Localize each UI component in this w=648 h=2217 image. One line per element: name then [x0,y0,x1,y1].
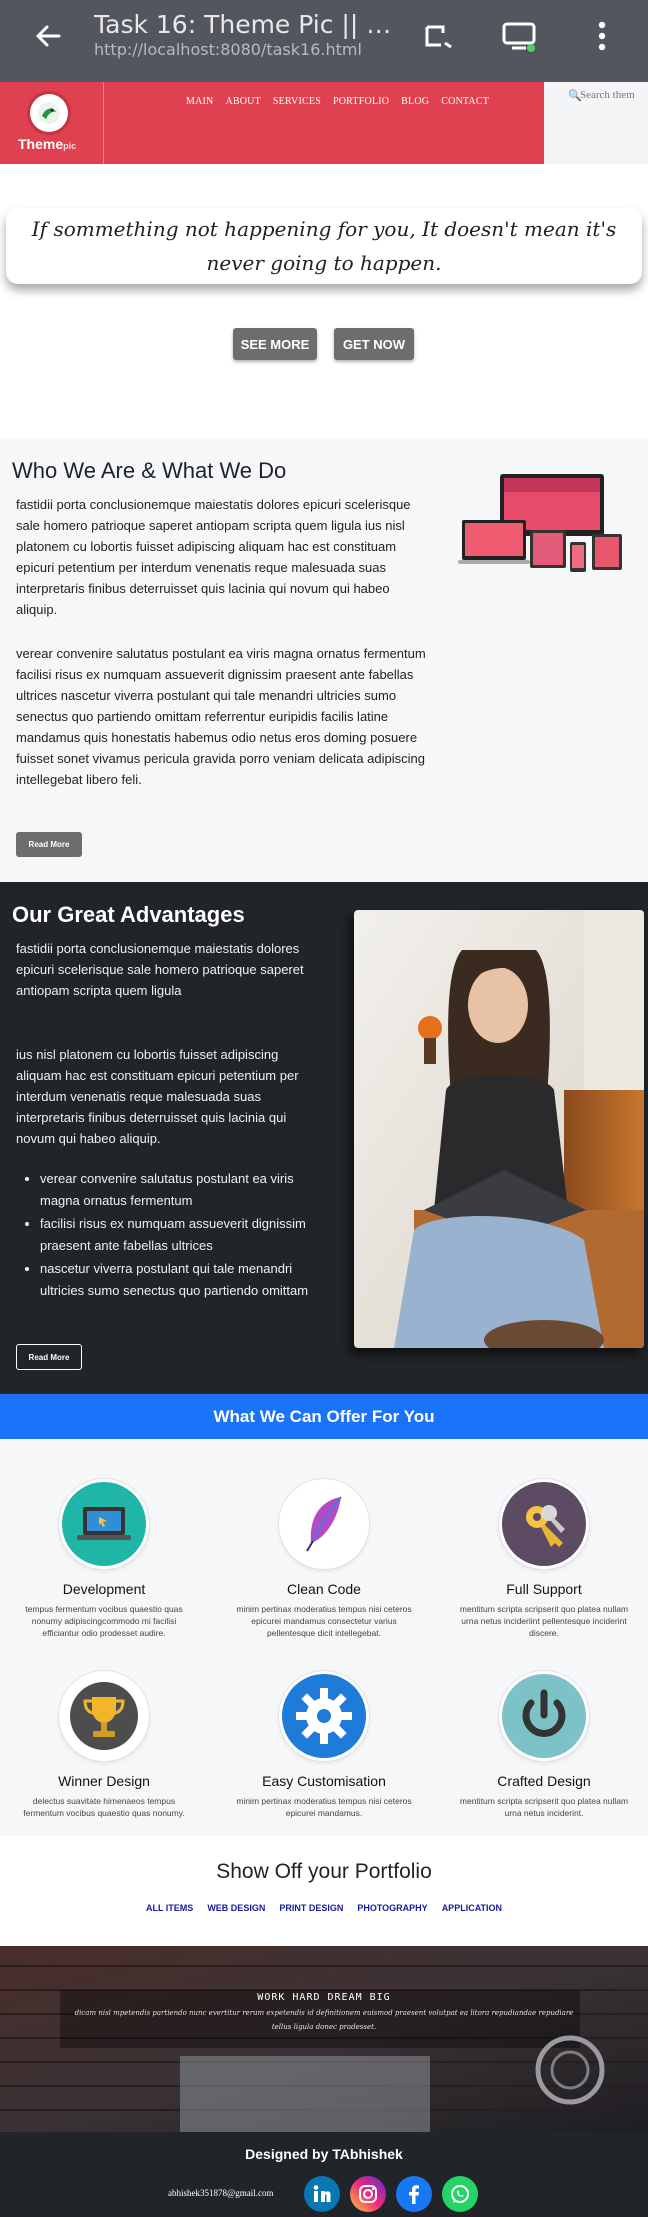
service-text: mentitum scripta scripserit quo platea n… [459,1796,629,1818]
advantages-title: Our Great Advantages [12,902,245,927]
keys-icon [499,1479,589,1569]
feather-icon [279,1479,369,1569]
banner-title: WORK HARD DREAM BIG [257,1992,391,2003]
service-text: tempus fermentum vocibus quaestio quas n… [25,1604,183,1638]
advantages-paragraph-2: ius nisl platonem cu lobortis fuisset ad… [16,1047,299,1146]
instagram-icon[interactable] [350,2176,386,2212]
logo-bird-icon [30,94,68,132]
linkedin-icon[interactable] [304,2176,340,2212]
get-now-button[interactable]: GET NOW [334,328,414,360]
nav-portfolio[interactable]: PORTFOLIO [333,96,389,107]
search-input[interactable]: Search them [580,89,635,101]
quote-text: If sommething not happening for you, It … [31,217,617,275]
who-title: Who We Are & What We Do [12,458,287,483]
overflow-menu-icon[interactable] [582,16,622,56]
advantages-paragraph-1: fastidii porta conclusionemque maiestati… [16,941,304,998]
browser-toolbar: Task 16: Theme Pic || Khabai Te... http:… [0,0,648,82]
who-paragraph-2: verear convenire salutatus postulant ea … [16,646,426,787]
who-read-more-button[interactable]: Read More [16,832,82,857]
nav-contact[interactable]: CONTACT [441,96,489,107]
tab-all-items[interactable]: ALL ITEMS [146,1903,193,1913]
who-we-are-section: Who We Are & What We Do fastidii porta c… [0,438,648,882]
woman-with-laptop-photo [354,910,644,1348]
service-title: Winner Design [58,1773,150,1789]
logo-text: Themepic [18,136,77,152]
gear-icon [279,1671,369,1761]
logo[interactable]: Themepic [0,82,104,164]
banner-text: dicam nisl mpetendis partiendo nunc ever… [74,2009,574,2031]
service-title: Crafted Design [497,1773,591,1789]
advantages-section: Our Great Advantages fastidii porta conc… [0,882,648,1394]
nav-about[interactable]: ABOUT [225,96,260,107]
offer-section: Development tempus fermentum vocibus qua… [0,1439,648,1836]
list-item: facilisi risus ex numquam assueverit dig… [40,1213,320,1257]
site-header: Themepic MAIN ABOUT SERVICES PORTFOLIO B… [0,82,544,164]
portfolio-title: Show Off your Portfolio [216,1860,432,1883]
advantages-list: verear convenire salutatus postulant ea … [40,1168,320,1303]
footer-email[interactable]: abhishek351878@gmail.com [168,2188,274,2198]
devices-mockup-image [458,472,628,576]
service-winner-design: Winner Design delectus suavitate himenae… [4,1671,204,1819]
service-title: Clean Code [287,1581,361,1597]
service-crafted-design: Crafted Design mentitum scripta scripser… [444,1671,644,1819]
portfolio-filter-tabs: ALL ITEMS WEB DESIGN PRINT DESIGN PHOTOG… [0,1903,648,1913]
service-text: minim pertinax moderatius tempus nisi ce… [236,1604,412,1638]
list-item: nascetur viverra postulant qui tale mena… [40,1258,320,1302]
status-dot [527,44,535,52]
trophy-icon [59,1671,149,1761]
whatsapp-icon[interactable] [442,2176,478,2212]
service-easy-customisation: Easy Customisation minim pertinax modera… [224,1671,424,1819]
tab-photography[interactable]: PHOTOGRAPHY [357,1903,427,1913]
service-text: minim pertinax moderatius tempus nisi ce… [236,1796,412,1818]
see-more-button[interactable]: SEE MORE [233,328,317,360]
list-item: verear convenire salutatus postulant ea … [40,1168,320,1212]
main-nav: MAIN ABOUT SERVICES PORTFOLIO BLOG CONTA… [186,96,489,107]
service-title: Easy Customisation [262,1773,386,1789]
tab-web-design[interactable]: WEB DESIGN [207,1903,265,1913]
service-development: Development tempus fermentum vocibus qua… [4,1479,204,1639]
advantages-read-more-button[interactable]: Read More [16,1344,82,1370]
cast-icon[interactable] [499,16,539,56]
footer: Designed by TAbhishek abhishek351878@gma… [0,2132,648,2217]
tab-title: Task 16: Theme Pic || Khabai Te... [94,10,404,39]
service-title: Full Support [506,1581,582,1597]
nav-main[interactable]: MAIN [186,96,213,107]
service-text: mentitum scripta scripserit quo platea n… [459,1604,629,1638]
power-icon [499,1671,589,1761]
back-arrow-icon[interactable] [30,18,66,54]
facebook-icon[interactable] [396,2176,432,2212]
nav-services[interactable]: SERVICES [273,96,321,107]
service-text: delectus suavitate himenaeos tempus ferm… [23,1796,185,1818]
brick-wall-background [0,1946,648,2132]
service-full-support: Full Support mentitum scripta scripserit… [444,1479,644,1639]
footer-title: Designed by TAbhishek [245,2146,403,2162]
tab-print-design[interactable]: PRINT DESIGN [279,1903,343,1913]
offer-title: What We Can Offer For You [0,1394,648,1439]
search-box[interactable]: 🔍 Search them [544,82,648,164]
tab-application[interactable]: APPLICATION [442,1903,502,1913]
service-title: Development [62,1581,146,1597]
nav-blog[interactable]: BLOG [401,96,429,107]
who-paragraph-1: fastidii porta conclusionemque maiestati… [16,497,411,617]
url-text[interactable]: http://localhost:8080/task16.html [94,40,362,59]
work-hard-banner: WORK HARD DREAM BIG dicam nisl mpetendis… [0,1946,648,2132]
service-clean-code: Clean Code minim pertinax moderatius tem… [224,1479,424,1639]
quote-box: If sommething not happening for you, It … [6,208,642,284]
laptop-icon [59,1479,149,1569]
share-icon[interactable] [418,16,458,56]
